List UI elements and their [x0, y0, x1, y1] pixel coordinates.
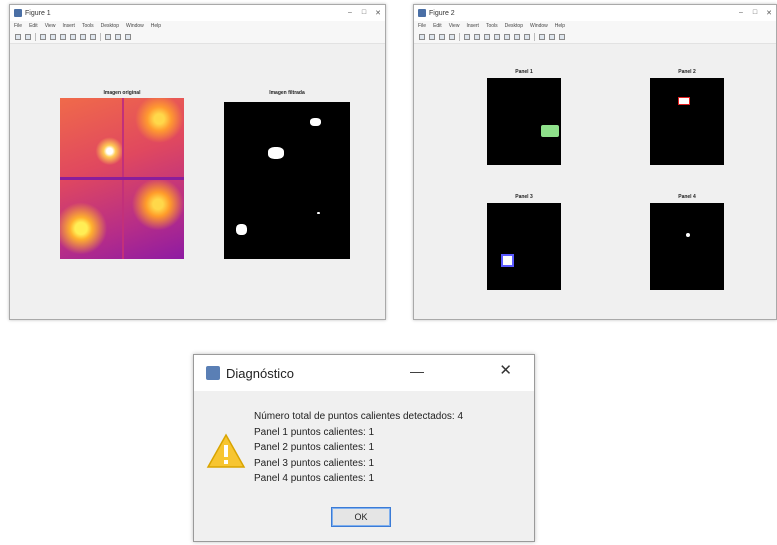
dialog-titlebar[interactable]: Diagnóstico: [194, 355, 534, 391]
figure-1-titlebar[interactable]: Figure 1 – □ ✕: [10, 5, 385, 21]
figure-1-window: Figure 1 – □ ✕ File Edit View Insert Too…: [9, 4, 386, 320]
save-icon[interactable]: [15, 34, 21, 40]
menu-window[interactable]: Window: [126, 23, 144, 29]
hotspot-blob: [541, 125, 559, 137]
colorbar-icon[interactable]: [105, 34, 111, 40]
figure-2-window: Figure 2 – □ ✕ File Edit View Insert Too…: [413, 4, 777, 320]
dialog-title: Diagnóstico: [226, 365, 294, 381]
data-cursor-icon[interactable]: [80, 34, 86, 40]
close-icon[interactable]: ✕: [499, 361, 512, 379]
thermal-image: [60, 98, 184, 259]
menu-help[interactable]: Help: [151, 23, 161, 29]
menu-window[interactable]: Window: [530, 23, 548, 29]
toolbar-separator: [35, 33, 36, 41]
figure-icon: [418, 9, 426, 17]
pan-icon[interactable]: [494, 34, 500, 40]
hotspot-blob: [310, 118, 321, 126]
maximize-icon[interactable]: □: [748, 9, 762, 17]
figure-icon: [14, 9, 22, 17]
menu-tools[interactable]: Tools: [486, 23, 498, 29]
dialog-message: Número total de puntos calientes detecta…: [254, 409, 463, 487]
toolbar-separator: [459, 33, 460, 41]
legend-icon[interactable]: [115, 34, 121, 40]
hotspot-blob: [317, 212, 320, 214]
maximize-icon[interactable]: □: [357, 9, 371, 17]
menu-help[interactable]: Help: [555, 23, 565, 29]
toolbar-separator: [100, 33, 101, 41]
figure-2-menubar: File Edit View Insert Tools Desktop Wind…: [414, 21, 776, 31]
rotate-icon[interactable]: [504, 34, 510, 40]
minimize-icon[interactable]: –: [734, 9, 748, 17]
panel-1-image: [487, 78, 561, 165]
property-editor-icon[interactable]: [559, 34, 565, 40]
panel-3-title: Panel 3: [515, 194, 533, 200]
minimize-icon[interactable]: —: [410, 363, 424, 379]
toolbar-separator: [534, 33, 535, 41]
hotspot-blob: [501, 254, 514, 267]
panel-2-title: Panel 2: [678, 69, 696, 75]
close-icon[interactable]: ✕: [762, 9, 776, 17]
figure-1-menubar: File Edit View Insert Tools Desktop Wind…: [10, 21, 385, 31]
panel-4-image: [650, 203, 724, 290]
filtered-image-title: Imagen filtrada: [269, 90, 305, 96]
menu-desktop[interactable]: Desktop: [101, 23, 119, 29]
data-cursor-icon[interactable]: [514, 34, 520, 40]
message-total: Número total de puntos calientes detecta…: [254, 411, 464, 422]
rotate-icon[interactable]: [70, 34, 76, 40]
hotspot-blob: [268, 147, 284, 159]
ok-button[interactable]: OK: [331, 507, 391, 527]
message-panel-4: Panel 4 puntos calientes: 1: [254, 473, 375, 484]
menu-file[interactable]: File: [14, 23, 22, 29]
menu-view[interactable]: View: [45, 23, 56, 29]
panel-1-title: Panel 1: [515, 69, 533, 75]
close-icon[interactable]: ✕: [371, 9, 385, 17]
menu-edit[interactable]: Edit: [29, 23, 38, 29]
hotspot-blob: [678, 97, 690, 105]
filtered-image: [224, 102, 350, 259]
figure-1-toolbar: [10, 31, 385, 44]
brush-icon[interactable]: [90, 34, 96, 40]
minimize-icon[interactable]: –: [343, 9, 357, 17]
figure-2-toolbar: [414, 31, 776, 44]
panel-4-title: Panel 4: [678, 194, 696, 200]
new-figure-icon[interactable]: [419, 34, 425, 40]
print-icon[interactable]: [25, 34, 31, 40]
menu-file[interactable]: File: [418, 23, 426, 29]
colorbar-icon[interactable]: [539, 34, 545, 40]
open-icon[interactable]: [429, 34, 435, 40]
figure-2-title: Figure 2: [429, 9, 455, 17]
diagnostic-dialog: Diagnóstico — ✕ Número total de puntos c…: [193, 354, 535, 542]
hotspot-blob: [236, 224, 247, 235]
menu-edit[interactable]: Edit: [433, 23, 442, 29]
property-editor-icon[interactable]: [125, 34, 131, 40]
save-icon[interactable]: [439, 34, 445, 40]
panel-2-image: [650, 78, 724, 165]
menu-view[interactable]: View: [449, 23, 460, 29]
menu-insert[interactable]: Insert: [62, 23, 75, 29]
zoom-out-icon[interactable]: [484, 34, 490, 40]
message-panel-2: Panel 2 puntos calientes: 1: [254, 442, 375, 453]
brush-icon[interactable]: [524, 34, 530, 40]
pointer-icon[interactable]: [464, 34, 470, 40]
original-image-title: Imagen original: [103, 90, 141, 96]
panel-3-image: [487, 203, 561, 290]
print-icon[interactable]: [449, 34, 455, 40]
hotspot-blob: [686, 233, 690, 237]
menu-tools[interactable]: Tools: [82, 23, 94, 29]
figure-2-titlebar[interactable]: Figure 2 – □ ✕: [414, 5, 776, 21]
legend-icon[interactable]: [549, 34, 555, 40]
menu-desktop[interactable]: Desktop: [505, 23, 523, 29]
menu-insert[interactable]: Insert: [466, 23, 479, 29]
panel-divider-horizontal: [60, 176, 184, 180]
message-panel-3: Panel 3 puntos calientes: 1: [254, 457, 375, 469]
message-panel-1: Panel 1 puntos calientes: 1: [254, 426, 375, 438]
java-app-icon: [206, 366, 220, 380]
pan-icon[interactable]: [60, 34, 66, 40]
zoom-in-icon[interactable]: [40, 34, 46, 40]
warning-icon: [206, 433, 246, 468]
zoom-out-icon[interactable]: [50, 34, 56, 40]
zoom-in-icon[interactable]: [474, 34, 480, 40]
figure-1-title: Figure 1: [25, 9, 51, 17]
